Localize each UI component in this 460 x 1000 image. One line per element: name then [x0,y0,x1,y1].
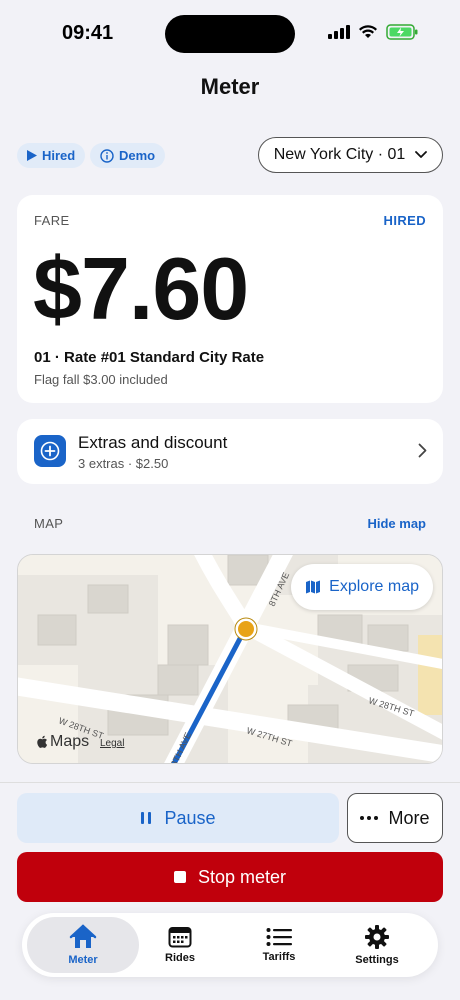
map-view[interactable]: 8TH AVE W 28TH ST W 27TH ST W 28TH ST 8T… [17,554,443,764]
home-icon [69,924,97,948]
tab-settings[interactable]: Settings [321,917,433,973]
map-icon [306,580,321,594]
fare-status: HIRED [383,213,426,228]
extras-subtitle: 3 extras · $2.50 [78,456,169,471]
pause-button[interactable]: Pause [17,793,339,843]
tab-tariffs-label: Tariffs [262,951,296,963]
hired-chip-label: Hired [42,148,76,163]
play-icon [27,150,37,161]
chevron-down-icon [415,151,428,158]
demo-chip[interactable]: Demo [90,143,166,168]
fare-amount: $7.60 [33,239,249,338]
rate-line: 01 · Rate #01 Standard City Rate [34,349,265,366]
maps-brand: Maps [36,733,89,751]
flag-fall-line: Flag fall $3.00 included [34,372,168,387]
tab-meter-label: Meter [68,954,98,966]
legal-link[interactable]: Legal [100,738,124,749]
city-select-value: New York City · 01 [273,146,406,163]
ellipsis-icon [360,816,379,820]
explore-map-button[interactable]: Explore map [291,564,433,610]
pause-icon [141,812,152,824]
signal-icon [328,25,350,39]
tab-rides-label: Rides [165,952,195,964]
stop-icon [173,871,186,883]
info-icon [100,148,114,163]
tab-rides[interactable]: Rides [124,917,236,973]
gear-icon [365,925,389,949]
status-icons [328,24,418,40]
battery-icon [386,24,418,40]
extras-row[interactable]: Extras and discount 3 extras · $2.50 [17,419,443,484]
status-bar: 09:41 [0,0,460,60]
more-label: More [388,807,430,828]
calendar-icon [168,927,192,948]
dynamic-island [165,15,295,53]
tab-settings-label: Settings [355,954,399,966]
map-section-label: MAP [34,516,64,531]
maps-brand-label: Maps [50,733,90,750]
more-button[interactable]: More [347,793,443,843]
stop-meter-button[interactable]: Stop meter [17,852,443,902]
hide-map-link[interactable]: Hide map [367,516,426,531]
wifi-icon [359,25,377,38]
hired-chip[interactable]: Hired [17,143,86,168]
plus-circle-icon [34,435,66,467]
status-time: 09:41 [62,22,114,44]
demo-chip-label: Demo [119,148,156,163]
page-title: Meter [200,74,260,99]
fare-card: FARE HIRED $7.60 01 · Rate #01 Standard … [17,195,443,403]
pause-label: Pause [164,807,216,828]
chevron-right-icon [418,443,427,458]
explore-map-label: Explore map [329,578,419,595]
apple-logo-icon [37,735,48,748]
extras-title: Extras and discount [78,433,228,452]
city-select[interactable]: New York City · 01 [258,137,443,173]
tab-meter[interactable]: Meter [27,917,139,973]
tab-bar: Meter Rides Tariffs Settings [22,913,438,977]
fare-label: FARE [34,213,70,228]
list-icon [266,928,292,946]
stop-meter-label: Stop meter [197,866,287,887]
tab-tariffs[interactable]: Tariffs [223,917,335,973]
